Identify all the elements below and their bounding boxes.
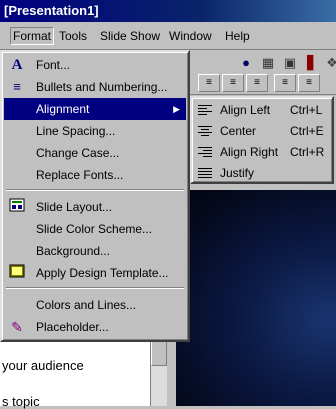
font-A-icon: A [11,57,23,73]
format-menu: A Font... ≡ Bullets and Numbering... Ali… [0,50,190,342]
bullets-toolbar-icon[interactable]: ≡ [298,74,320,92]
menu-window[interactable]: Window [166,28,215,44]
menu-format[interactable]: Format [10,27,55,45]
align-left-toolbar-icon[interactable]: ≡ [198,74,220,92]
menu-bar: Format Tools Slide Show Window Help [0,22,336,50]
submenu-arrow-icon: ▶ [173,104,180,114]
menu-item-font[interactable]: A Font... [4,54,186,76]
menu-item-background[interactable]: Background... [4,240,186,262]
justify-icon [198,166,214,181]
menu-item-line-spacing[interactable]: Line Spacing... [4,120,186,142]
menu-item-bullets-numbering[interactable]: ≡ Bullets and Numbering... [4,76,186,98]
menu-slide-show[interactable]: Slide Show [97,28,163,44]
menu-separator [6,189,184,191]
submenu-item-align-left[interactable]: Align Left Ctrl+L [194,100,330,121]
slide-canvas[interactable] [176,190,336,406]
chart-icon[interactable]: ● [236,54,256,72]
menu-item-alignment[interactable]: Alignment ▶ [4,98,186,120]
menu-item-placeholder[interactable]: ✎ Placeholder... [4,316,186,338]
placeholder-icon: ✎ [11,319,23,335]
menu-help[interactable]: Help [222,28,253,44]
insert-bar-chart-icon[interactable]: ▋ [302,54,322,72]
alignment-submenu: Align Left Ctrl+L Center Ctrl+E Align Ri… [190,96,334,184]
insert-table-icon[interactable]: ▦ [258,54,278,72]
outline-line: s topic [2,394,40,409]
slide-layout-icon [8,198,26,216]
window-title: [Presentation1] [4,3,99,18]
align-left-icon [198,103,214,118]
insert-grid-icon[interactable]: ▣ [280,54,300,72]
menu-item-colors-and-lines[interactable]: Colors and Lines... [4,294,186,316]
align-center-icon [198,124,214,139]
toolbar: ● ▦ ▣ ▋ ❖ ≡ ≡ ≡ ≡ ≡ [170,50,336,95]
align-right-icon [198,145,214,160]
menu-item-change-case[interactable]: Change Case... [4,142,186,164]
submenu-item-center[interactable]: Center Ctrl+E [194,121,330,142]
menu-item-apply-design-template[interactable]: Apply Design Template... [4,262,186,284]
outline-line: your audience [2,358,84,373]
menu-item-slide-layout[interactable]: Slide Layout... [4,196,186,218]
submenu-item-justify[interactable]: Justify [194,163,330,184]
menu-separator [6,287,184,289]
design-template-icon [8,264,26,282]
numbering-toolbar-icon[interactable]: ≡ [274,74,296,92]
menu-tools[interactable]: Tools [56,28,90,44]
align-center-toolbar-icon[interactable]: ≡ [222,74,244,92]
insert-clip-icon[interactable]: ❖ [322,54,336,72]
menu-item-replace-fonts[interactable]: Replace Fonts... [4,164,186,186]
bullets-icon: ≡ [13,79,21,94]
align-right-toolbar-icon[interactable]: ≡ [246,74,268,92]
menu-item-slide-color-scheme[interactable]: Slide Color Scheme... [4,218,186,240]
window-title-bar: [Presentation1] [0,0,336,22]
submenu-item-align-right[interactable]: Align Right Ctrl+R [194,142,330,163]
